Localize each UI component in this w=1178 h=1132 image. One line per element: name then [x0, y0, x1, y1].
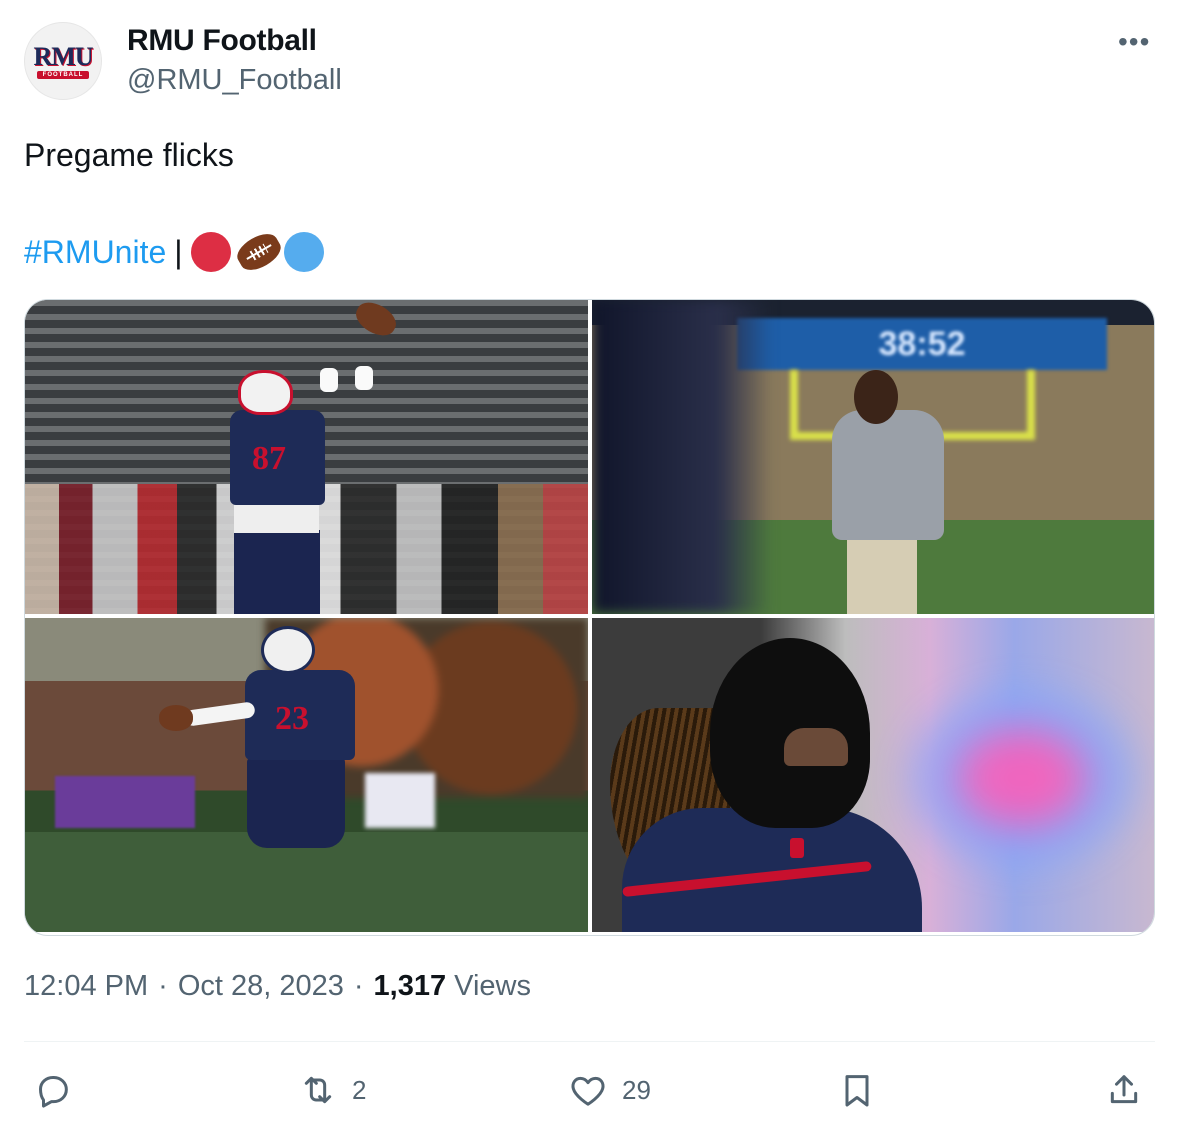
coach: [832, 410, 944, 540]
avatar[interactable]: RMU FOOTBALL: [24, 22, 102, 100]
blurred-player: [592, 300, 772, 614]
reply-button[interactable]: [33, 1064, 73, 1116]
retweet-icon: [304, 1076, 332, 1104]
tweet-tags-line: #RMUnite |: [24, 228, 327, 276]
blue-circle-emoji-icon: [283, 232, 324, 272]
retweet-button[interactable]: 2: [298, 1064, 366, 1116]
hashtag-link[interactable]: #RMUnite: [24, 230, 166, 274]
reply-icon: [39, 1076, 68, 1108]
display-name[interactable]: RMU Football: [127, 24, 317, 58]
share-button[interactable]: [1104, 1064, 1144, 1116]
tweet-meta: 12:04 PM · Oct 28, 2023 · 1,317 Views: [24, 970, 531, 1003]
retweet-count: 2: [352, 1074, 367, 1105]
photo-receiver-catching-ball[interactable]: 87: [25, 300, 588, 614]
avatar-logo-ribbon: FOOTBALL: [36, 70, 90, 79]
red-circle-emoji-icon: [190, 232, 231, 272]
heart-icon: [571, 1076, 605, 1106]
scoreboard: 38:52: [737, 318, 1107, 370]
purple-banner: [55, 776, 195, 828]
bookmark-button[interactable]: [837, 1064, 877, 1116]
share-icon: [1110, 1075, 1138, 1104]
divider: [24, 1041, 1155, 1042]
like-count: 29: [622, 1074, 651, 1105]
more-options-icon[interactable]: •••: [1118, 26, 1150, 58]
glove-left: [320, 368, 338, 392]
handle[interactable]: @RMU_Football: [127, 64, 342, 97]
avatar-logo-text: RMU: [33, 41, 93, 71]
views-count: 1,317: [373, 970, 447, 1002]
photo-masked-player-portrait[interactable]: [592, 618, 1154, 932]
american-football-emoji-icon: [232, 228, 286, 276]
tweet-time[interactable]: 12:04 PM: [24, 970, 148, 1003]
separator: |: [174, 234, 183, 270]
jersey-number: 23: [275, 700, 309, 737]
tweet-date[interactable]: Oct 28, 2023: [178, 970, 344, 1003]
like-button[interactable]: 29: [568, 1064, 651, 1116]
bookmark-icon: [845, 1075, 869, 1107]
media-grid: 87 38:52 23: [24, 299, 1155, 936]
glove-right: [355, 366, 373, 390]
helmet: [261, 626, 315, 674]
meta-dot: ·: [353, 970, 364, 1002]
tweet-text: Pregame flicks: [24, 137, 234, 173]
photo-coach-on-sideline[interactable]: 38:52: [592, 300, 1154, 614]
receiver: 87: [230, 370, 325, 614]
football: [350, 300, 402, 342]
views-label: Views: [454, 970, 531, 1002]
action-bar: 2 29: [0, 1064, 1178, 1116]
football: [159, 705, 193, 731]
photo-player-holding-ball[interactable]: 23: [25, 618, 588, 932]
helmet: [238, 370, 293, 415]
meta-dot: ·: [158, 970, 168, 1002]
jersey-number: 87: [252, 440, 286, 477]
sign: [365, 773, 435, 828]
